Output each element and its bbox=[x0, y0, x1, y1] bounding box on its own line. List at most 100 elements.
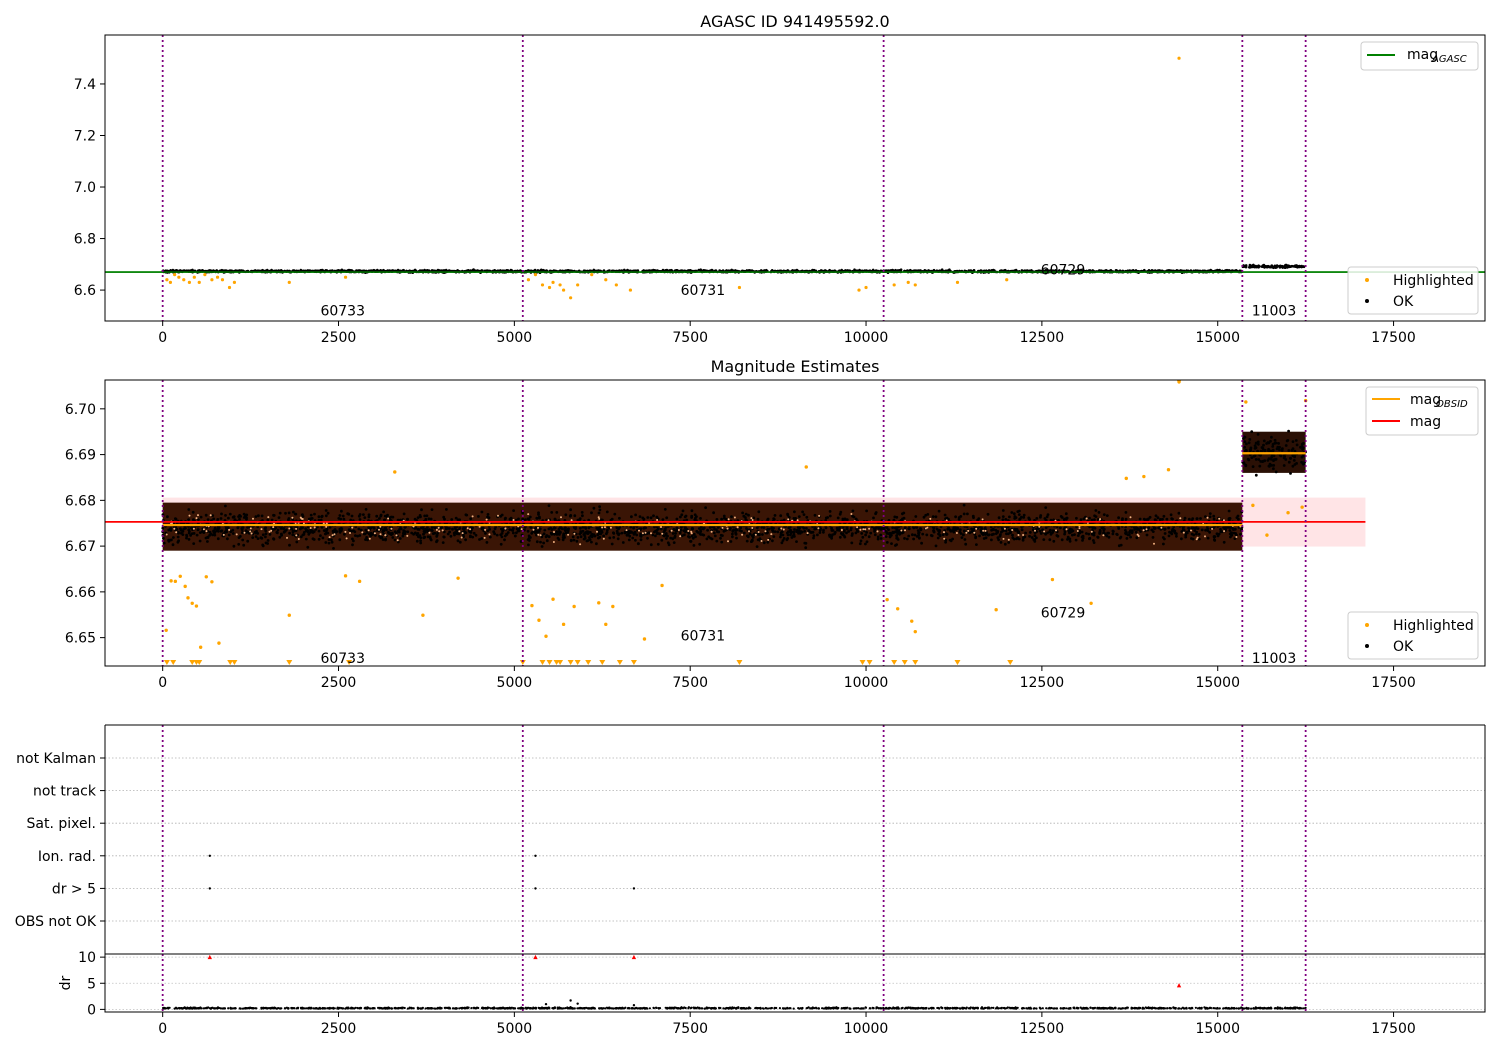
ok-point bbox=[962, 529, 966, 533]
ok-point bbox=[663, 507, 667, 511]
ok-point bbox=[1253, 265, 1256, 269]
ok-point bbox=[787, 530, 790, 533]
ok-point bbox=[913, 533, 917, 537]
ok-point bbox=[704, 506, 707, 510]
ok-point bbox=[191, 510, 195, 514]
ok-point bbox=[953, 525, 957, 529]
ok-point bbox=[630, 515, 633, 519]
ok-point bbox=[1059, 526, 1062, 530]
ok-point bbox=[792, 534, 795, 538]
ok-point bbox=[251, 536, 255, 539]
ok-point bbox=[484, 532, 487, 535]
ok-point bbox=[758, 533, 761, 537]
ok-point bbox=[861, 535, 865, 539]
ok-point bbox=[232, 515, 236, 519]
ok-point bbox=[325, 528, 328, 532]
ok-point bbox=[958, 528, 962, 532]
ok-point bbox=[442, 535, 446, 539]
ok-point bbox=[1022, 516, 1026, 519]
ok-point bbox=[664, 533, 668, 537]
ok-point bbox=[238, 517, 241, 521]
highlighted-point bbox=[1177, 56, 1181, 60]
ok-point bbox=[702, 533, 706, 537]
ok-point bbox=[453, 533, 456, 537]
ok-point bbox=[356, 534, 359, 538]
ok-point bbox=[240, 528, 244, 531]
ok-point bbox=[1028, 531, 1032, 534]
highlighted-point bbox=[551, 280, 555, 284]
ok-point bbox=[1278, 266, 1282, 269]
ok-point bbox=[189, 526, 193, 530]
ok-point bbox=[197, 518, 200, 521]
ok-point bbox=[261, 533, 265, 537]
ok-point bbox=[1081, 535, 1085, 538]
ok-point bbox=[884, 535, 888, 538]
ok-point bbox=[1044, 526, 1048, 529]
ok-point bbox=[999, 541, 1003, 544]
ok-point bbox=[903, 537, 906, 540]
ok-point bbox=[872, 516, 875, 520]
ok-point bbox=[1170, 532, 1174, 536]
ok-point bbox=[945, 516, 949, 520]
ok-point bbox=[578, 532, 582, 536]
ok-point bbox=[206, 535, 210, 539]
ok-point bbox=[966, 512, 969, 516]
ok-point bbox=[1062, 518, 1066, 521]
ok-point bbox=[364, 507, 368, 511]
ok-point bbox=[515, 531, 518, 535]
ok-point bbox=[690, 509, 694, 513]
ok-point bbox=[692, 544, 696, 547]
ok-point bbox=[1129, 535, 1132, 539]
ok-point bbox=[860, 532, 864, 535]
ok-point bbox=[550, 528, 554, 531]
ok-point bbox=[699, 517, 702, 520]
ok-point bbox=[615, 529, 619, 533]
ok-point bbox=[324, 514, 328, 518]
ok-point bbox=[712, 531, 716, 535]
figure: AGASC ID 941495592.060733607316072911003… bbox=[15, 12, 1486, 1037]
ok-point bbox=[667, 543, 671, 547]
ok-point bbox=[1074, 538, 1078, 542]
ok-point bbox=[161, 526, 165, 530]
ok-point bbox=[446, 527, 449, 530]
highlighted-point bbox=[343, 275, 348, 279]
ok-point bbox=[787, 526, 791, 530]
ok-point bbox=[508, 517, 512, 521]
ok-point bbox=[1156, 516, 1160, 520]
ok-point bbox=[943, 513, 947, 517]
ok-point bbox=[1111, 532, 1115, 536]
ok-point bbox=[216, 537, 220, 541]
ok-point bbox=[656, 531, 659, 535]
ok-point bbox=[610, 517, 614, 521]
obsid-label: 11003 bbox=[1252, 304, 1297, 320]
ok-point bbox=[634, 513, 637, 517]
ok-point bbox=[979, 530, 983, 534]
ok-point bbox=[873, 533, 877, 537]
ok-point bbox=[734, 532, 738, 536]
ok-point bbox=[1117, 544, 1121, 548]
ok-point bbox=[586, 530, 590, 534]
ok-point bbox=[477, 515, 480, 518]
ok-point bbox=[771, 539, 774, 543]
ok-point bbox=[1080, 530, 1084, 534]
ok-point bbox=[1187, 526, 1190, 530]
ok-point bbox=[1106, 531, 1109, 535]
ok-point bbox=[1204, 515, 1207, 518]
ok-point bbox=[961, 533, 965, 537]
highlighted-point bbox=[913, 283, 917, 287]
ok-point bbox=[671, 532, 675, 535]
ok-point bbox=[934, 515, 938, 519]
ok-point bbox=[347, 528, 351, 532]
ok-point bbox=[1018, 517, 1022, 521]
panel1-x-tick-label: 7500 bbox=[672, 330, 708, 346]
ok-point bbox=[1135, 536, 1139, 540]
ok-point bbox=[242, 543, 246, 547]
ok-point bbox=[795, 540, 798, 543]
ok-point bbox=[957, 516, 961, 519]
ok-point bbox=[553, 532, 556, 536]
ok-point bbox=[1118, 536, 1122, 540]
ok-point bbox=[287, 511, 291, 515]
ok-point bbox=[406, 518, 409, 521]
chart-title: AGASC ID 941495592.0 bbox=[700, 12, 889, 31]
ok-point bbox=[941, 533, 945, 537]
